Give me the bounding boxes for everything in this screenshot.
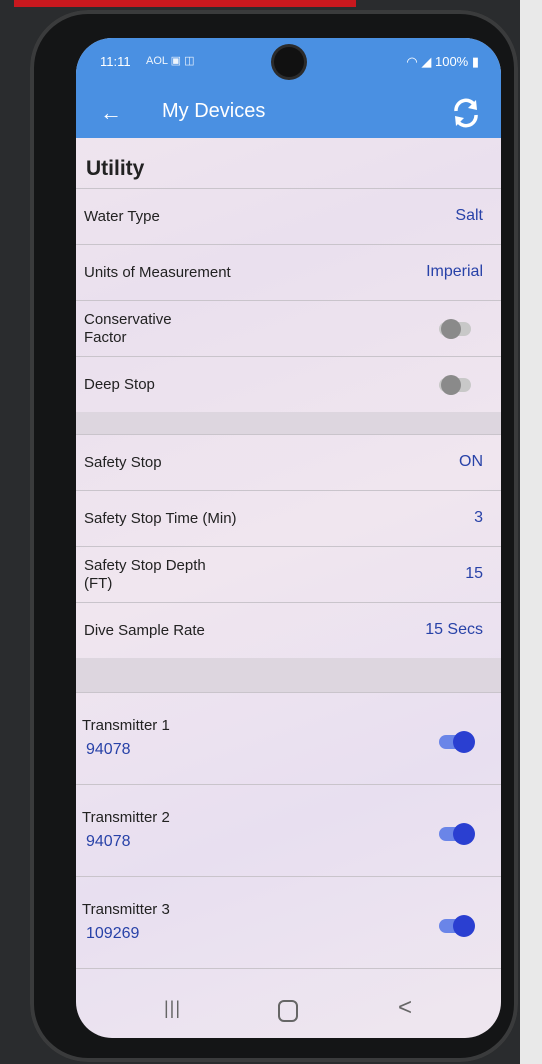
toggle-knob xyxy=(453,915,475,937)
setting-value[interactable]: ON xyxy=(459,453,483,471)
refresh-icon-svg xyxy=(454,98,478,128)
notification-icons: AOL ▣ ◫ xyxy=(146,55,195,67)
transmitter-row-2: Transmitter 2 94078 xyxy=(76,784,501,877)
app-header: ← My Devices xyxy=(76,88,501,138)
transmitter-3-toggle[interactable] xyxy=(439,915,475,937)
transmitter-row-3: Transmitter 3 109269 xyxy=(76,876,501,969)
toggle-knob xyxy=(453,823,475,845)
toggle-knob xyxy=(453,731,475,753)
section-divider xyxy=(76,412,501,434)
setting-value[interactable]: 15 xyxy=(465,565,483,583)
label-line2: (FT) xyxy=(84,575,113,592)
label-line1: Safety Stop Depth xyxy=(84,557,206,574)
nav-back-button[interactable]: < xyxy=(398,994,412,1022)
setting-label: Deep Stop xyxy=(84,376,155,393)
label-line1: Conservative xyxy=(84,311,172,328)
setting-safety-stop-time[interactable]: Safety Stop Time (Min) 3 xyxy=(76,490,501,546)
setting-value[interactable]: Imperial xyxy=(426,263,483,281)
refresh-icon[interactable] xyxy=(449,96,483,135)
section-heading-utility: Utility xyxy=(76,143,501,188)
transmitter-name: Transmitter 1 xyxy=(82,717,170,734)
status-time: 11:11 xyxy=(100,54,131,69)
setting-label: Safety Stop Depth (FT) xyxy=(84,557,206,593)
wifi-icon: ◠ ◢ xyxy=(406,54,435,69)
conservative-factor-toggle[interactable] xyxy=(439,319,471,339)
transmitter-2-toggle[interactable] xyxy=(439,823,475,845)
setting-deep-stop: Deep Stop xyxy=(76,356,501,412)
setting-label: Safety Stop Time (Min) xyxy=(84,510,237,527)
deep-stop-toggle[interactable] xyxy=(439,375,471,395)
list-bottom-divider xyxy=(76,968,501,987)
transmitter-id: 94078 xyxy=(86,741,131,758)
page-title: My Devices xyxy=(162,100,266,122)
transmitter-id: 94078 xyxy=(86,833,131,850)
setting-water-type[interactable]: Water Type Salt xyxy=(76,188,501,244)
transmitter-id: 109269 xyxy=(86,925,140,942)
home-button[interactable] xyxy=(278,1000,298,1022)
transmitter-name: Transmitter 2 xyxy=(82,809,170,826)
setting-value[interactable]: 15 Secs xyxy=(425,621,483,639)
background-edge xyxy=(520,0,542,1064)
label-line2: Factor xyxy=(84,329,127,346)
setting-dive-sample-rate[interactable]: Dive Sample Rate 15 Secs xyxy=(76,602,501,658)
setting-label: Units of Measurement xyxy=(84,264,231,281)
battery-icon: ▮ xyxy=(468,54,479,69)
arrow-left-icon[interactable]: ← xyxy=(100,100,122,126)
phone-screen: 11:11 AOL ▣ ◫ ◠ ◢ 100% ▮ ← My Devices Ut… xyxy=(76,38,501,1038)
setting-label: Dive Sample Rate xyxy=(84,622,205,639)
toggle-knob xyxy=(441,319,461,339)
setting-label: Water Type xyxy=(84,208,160,225)
recent-apps-button[interactable]: ||| xyxy=(164,998,181,1019)
section-title: Utility xyxy=(86,157,145,180)
system-nav-bar: ||| < xyxy=(76,986,501,1038)
transmitter-1-toggle[interactable] xyxy=(439,731,475,753)
setting-units[interactable]: Units of Measurement Imperial xyxy=(76,244,501,300)
setting-label: Conservative Factor xyxy=(84,311,172,347)
setting-value[interactable]: 3 xyxy=(474,509,483,527)
setting-safety-stop-depth[interactable]: Safety Stop Depth (FT) 15 xyxy=(76,546,501,602)
battery-status: ◠ ◢ 100% ▮ xyxy=(406,54,479,70)
setting-safety-stop[interactable]: Safety Stop ON xyxy=(76,434,501,490)
transmitter-name: Transmitter 3 xyxy=(82,901,170,918)
top-red-bar xyxy=(14,0,356,7)
transmitter-row-1: Transmitter 1 94078 xyxy=(76,692,501,785)
battery-percent: 100% xyxy=(434,54,469,69)
setting-label: Safety Stop xyxy=(84,454,162,471)
toggle-knob xyxy=(441,375,461,395)
setting-value[interactable]: Salt xyxy=(455,207,483,225)
setting-conservative-factor: Conservative Factor xyxy=(76,300,501,356)
status-bar: 11:11 AOL ▣ ◫ ◠ ◢ 100% ▮ xyxy=(76,38,501,88)
camera-cutout xyxy=(274,47,304,77)
section-divider xyxy=(76,658,501,692)
